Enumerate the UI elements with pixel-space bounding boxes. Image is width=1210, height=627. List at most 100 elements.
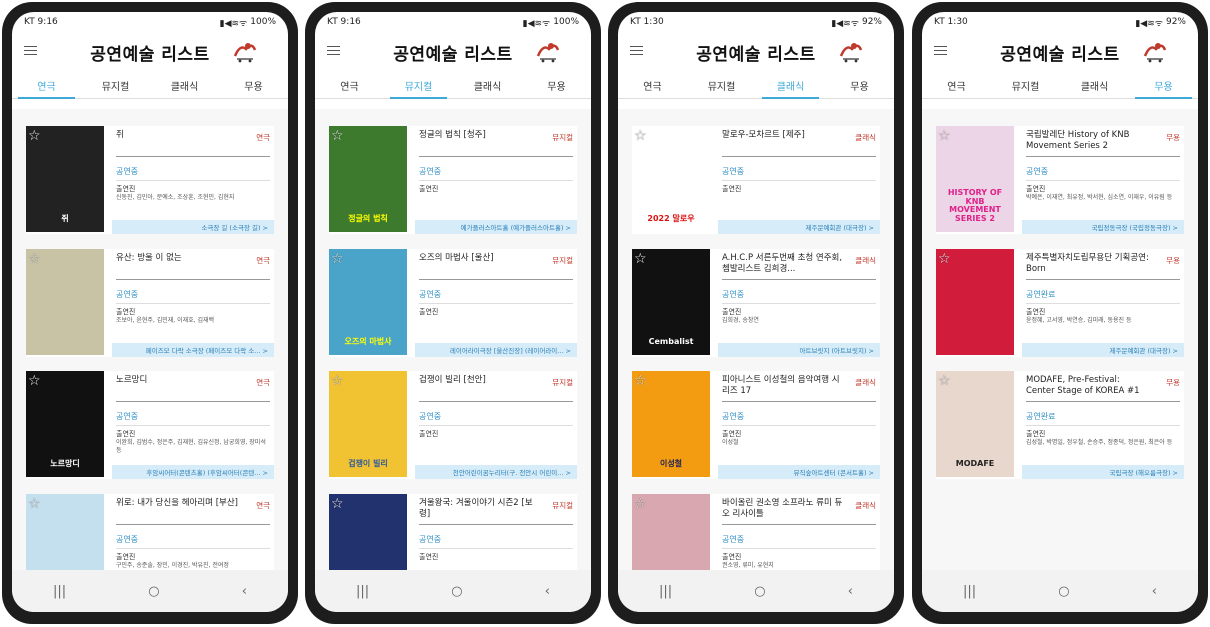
venue-button[interactable]: 천안어린이꿈누리터(구. 천안시 어린이... > [415,465,577,479]
performance-card[interactable]: ☆ 유산: 방울 이 없는 연극 공연중 출연진 조보아, 윤현주, 김민재, 이재호, … [26,249,274,357]
venue-button[interactable]: 후암씨어터(콘텐츠홀) (후암씨어터(콘텐... > [112,465,274,479]
performance-card[interactable]: ☆ 쥐 쥐 연극 공연중 출연진 신동진, 김민아, 문예소, 조상훈, 조현민, 김현지 소… [26,126,274,234]
back-icon[interactable]: ‹ [1152,584,1157,599]
favorite-star-icon[interactable]: ☆ [634,251,647,267]
performance-card[interactable]: ☆ 2022 말로우 말로우-모차르트 [제주] 클래식 공연중 출연진 제주문예회관 (대… [632,126,880,234]
favorite-star-icon[interactable]: ☆ [634,373,647,389]
favorite-star-icon[interactable]: ☆ [28,251,41,267]
menu-icon[interactable] [934,46,947,55]
menu-icon[interactable] [630,46,643,55]
favorite-star-icon[interactable]: ☆ [331,373,344,389]
poster-image[interactable]: ☆ 쥐 [26,126,104,232]
favorite-star-icon[interactable]: ☆ [331,128,344,144]
poster-image[interactable]: ☆ 이성철 [632,371,710,477]
performance-card[interactable]: ☆ MODAFE MODAFE, Pre-Festival: Center Stag… [936,371,1184,479]
performance-card[interactable]: ☆ 오즈의 마법사 오즈의 마법사 [울산] 뮤지컬 공연중 출연진 레이어라이극장 [울산… [329,249,577,357]
tab-1[interactable]: 뮤지컬 [384,72,453,99]
favorite-star-icon[interactable]: ☆ [28,128,41,144]
poster-image[interactable]: ☆ MODAFE [936,371,1014,477]
status-bar: KT 9:16 ▮◀≋ᯤ 100% [12,12,288,32]
page-title: 공연예술 리스트 [393,44,513,65]
venue-button[interactable]: 제주문예회관 (대극장) > [1022,343,1184,357]
tab-3[interactable]: 무용 [825,72,894,98]
favorite-star-icon[interactable]: ☆ [634,128,647,144]
divider [722,303,876,304]
home-icon[interactable]: ○ [148,584,159,599]
recent-apps-icon[interactable]: ||| [659,584,672,599]
performance-card[interactable]: ☆위로 위로: 내가 당신을 헤아리며 [부산] 연극공연중출연진구민주, 송준솔,… [26,494,274,570]
venue-button[interactable]: 레이어라이극장 [울산진장] (레이어라이... > [415,343,577,357]
genre-label: 무용 [1166,378,1180,387]
favorite-star-icon[interactable]: ☆ [331,496,344,512]
venue-button[interactable]: 페이즈모 다락 소극장 (페이즈모 다락 소... > [112,343,274,357]
poster-image[interactable]: ☆ [632,494,710,570]
tab-2[interactable]: 클래식 [150,72,219,98]
venue-button[interactable]: 제주문예회관 (대극장) > [718,220,880,234]
favorite-star-icon[interactable]: ☆ [938,251,951,267]
venue-button[interactable]: 소극장 길 (소극장 길) > [112,220,274,234]
tab-3[interactable]: 무용 [219,72,288,98]
back-icon[interactable]: ‹ [242,584,247,599]
poster-image[interactable]: ☆ 2022 말로우 [632,126,710,232]
back-icon[interactable]: ‹ [848,584,853,599]
tab-3[interactable]: 무용 [522,72,591,98]
performance-card[interactable]: ☆ 겁쟁이 빌리 겁쟁이 빌리 [천안] 뮤지컬 공연중 출연진 천안어린이꿈누리터(구. … [329,371,577,479]
tab-1[interactable]: 뮤지컬 [991,72,1060,98]
back-icon[interactable]: ‹ [545,584,550,599]
venue-button[interactable]: 예가플러스아트홀 (예가플러스아트홀) > [415,220,577,234]
venue-button[interactable]: 뮤직숲아트센터 (콘서트홀) > [718,465,880,479]
poster-image[interactable]: ☆ HISTORY OF KNB MOVEMENT SERIES 2 [936,126,1014,232]
tab-2[interactable]: 클래식 [1060,72,1129,98]
tab-2[interactable]: 클래식 [756,72,825,99]
favorite-star-icon[interactable]: ☆ [28,373,41,389]
tab-2[interactable]: 클래식 [453,72,522,98]
home-icon[interactable]: ○ [1058,584,1069,599]
recent-apps-icon[interactable]: ||| [53,584,66,599]
performance-card[interactable]: ☆ 이성철 피아니스트 이성철의 음악여행 시리즈 17 클래식 공연중 출연진 이성철 뮤직… [632,371,880,479]
recent-apps-icon[interactable]: ||| [356,584,369,599]
menu-icon[interactable] [327,46,340,55]
favorite-star-icon[interactable]: ☆ [331,251,344,267]
poster-image[interactable]: ☆ 겁쟁이 빌리 [329,371,407,477]
poster-image[interactable]: ☆위로 [26,494,104,570]
performance-card[interactable]: ☆ 노르망디 노르망디 연극 공연중 출연진 이완희, 김범수, 정은주, 김재현, 김유신… [26,371,274,479]
cast-label: 출연진 [1026,430,1046,438]
performance-card[interactable]: ☆ 바이올린 권소영 소프라노 류미 듀오 리사이틀 클래식 공연중 출연진 권소영, 류… [632,494,880,570]
poster-image[interactable]: ☆ 정글의 법칙 [329,126,407,232]
performance-card[interactable]: ☆ 제주특별자치도립무용단 기획공연: Born 무용 공연완료 출연진 윤정혜, 고서영… [936,249,1184,357]
performance-card[interactable]: ☆겨울왕국 겨울왕국: 겨울이야기 시즌2 [보령] 뮤지컬공연중출연진 [329,494,577,570]
favorite-star-icon[interactable]: ☆ [938,373,951,389]
app-header: 공연예술 리스트 [315,32,591,72]
performance-card[interactable]: ☆ Cembalist A.H.C.P 서른두번째 초청 연주회, 쳄발리스트 김희… [632,249,880,357]
home-icon[interactable]: ○ [451,584,462,599]
venue-button[interactable]: 국립정동극장 (국립정동극장) > [1022,220,1184,234]
tab-1[interactable]: 뮤지컬 [81,72,150,98]
category-tabs: 연극 뮤지컬 클래식 무용 [922,72,1198,99]
performance-name: 피아니스트 이성철의 음악여행 시리즈 17 [722,375,840,397]
category-tabs: 연극 뮤지컬 클래식 무용 [618,72,894,99]
poster-image[interactable]: ☆ Cembalist [632,249,710,355]
venue-button[interactable]: 아트브릿지 (아트브릿지) > [718,343,880,357]
home-icon[interactable]: ○ [754,584,765,599]
poster-image[interactable]: ☆ 노르망디 [26,371,104,477]
performance-name: 겁쟁이 빌리 [천안] [419,375,486,385]
poster-image[interactable]: ☆ [26,249,104,355]
cast-label: 출연진 [722,430,742,438]
favorite-star-icon[interactable]: ☆ [28,496,41,512]
venue-button[interactable]: 국립극장 (해오름극장) > [1022,465,1184,479]
poster-image[interactable]: ☆겨울왕국 [329,494,407,570]
recent-apps-icon[interactable]: ||| [963,584,976,599]
menu-icon[interactable] [24,46,37,55]
tab-0[interactable]: 연극 [618,72,687,98]
tab-0[interactable]: 연극 [315,72,384,98]
performance-card[interactable]: ☆ HISTORY OF KNB MOVEMENT SERIES 2 국립발레단 H… [936,126,1184,234]
poster-image[interactable]: ☆ 오즈의 마법사 [329,249,407,355]
tab-0[interactable]: 연극 [12,72,81,99]
tab-1[interactable]: 뮤지컬 [687,72,756,98]
performance-card[interactable]: ☆ 정글의 법칙 정글의 법칙 [청주] 뮤지컬 공연중 출연진 예가플러스아트홀 (예가플… [329,126,577,234]
favorite-star-icon[interactable]: ☆ [634,496,647,512]
tab-0[interactable]: 연극 [922,72,991,98]
tab-3[interactable]: 무용 [1129,72,1198,99]
favorite-star-icon[interactable]: ☆ [938,128,951,144]
poster-image[interactable]: ☆ [936,249,1014,355]
